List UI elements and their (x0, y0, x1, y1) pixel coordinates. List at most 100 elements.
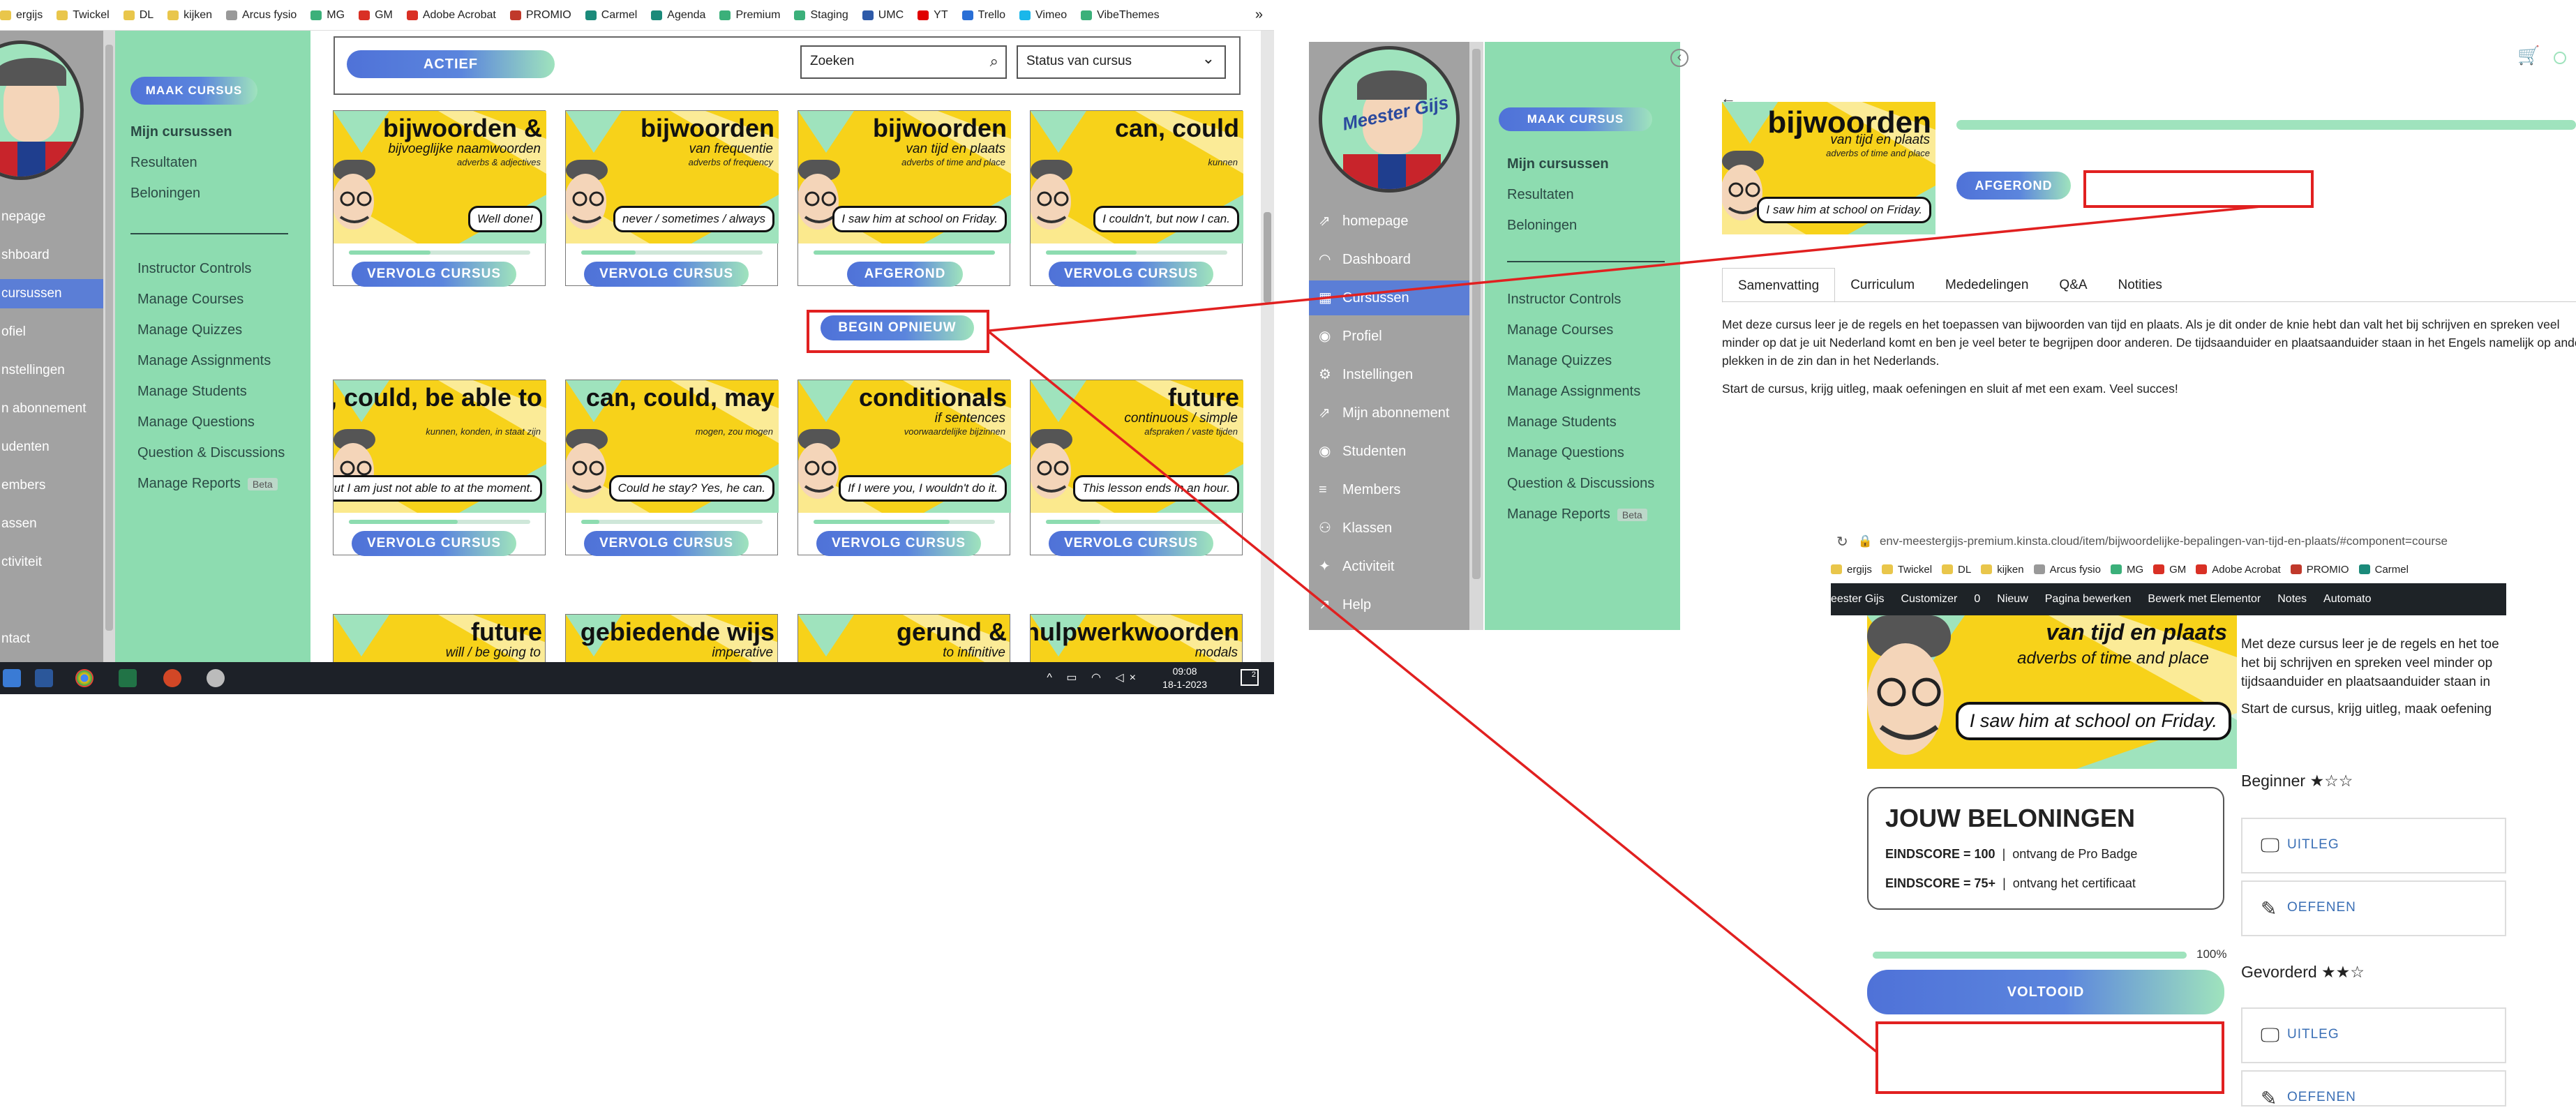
course-card[interactable]: bijwoorden van tijd en plaats adverbs of t… (797, 110, 1011, 287)
tab-samenvatting[interactable]: Samenvatting (1722, 268, 1836, 303)
admin-link[interactable]: Manage Quizzes (137, 322, 242, 338)
bookmark-item[interactable]: MG (310, 9, 345, 22)
tab-notities[interactable]: Notities (2103, 268, 2178, 303)
tab-curriculum[interactable]: Curriculum (1835, 268, 1930, 303)
course-card[interactable]: future will / be going to (333, 614, 546, 662)
course-card[interactable]: can, could kunnen I couldn't, but now I ca… (1030, 110, 1243, 287)
bookmark-item[interactable]: Staging (794, 9, 848, 22)
bookmark-item[interactable]: Premium (719, 9, 780, 22)
bookmark-item[interactable]: Trello (961, 9, 1005, 22)
nav-item-instellingen[interactable]: ⚙ Instellingen (1309, 357, 1469, 392)
notification-icon[interactable]: 2 (1241, 669, 1259, 686)
admin-bar-item[interactable]: 0 (1974, 593, 1980, 606)
status-active-button[interactable]: ACTIEF (347, 50, 555, 78)
continue-course-button[interactable]: VERVOLG CURSUS (352, 262, 516, 287)
admin-link[interactable]: Manage Courses (137, 292, 244, 308)
course-card[interactable]: bijwoorden & bijvoeglijke naamwoorden adve… (333, 110, 546, 287)
continue-course-button[interactable]: VERVOLG CURSUS (584, 262, 749, 287)
admin-bar-item[interactable]: Customizer (1901, 593, 1957, 606)
bookmark-item[interactable]: ergijs (0, 9, 43, 22)
lesson-exercise-2[interactable]: ✎ OEFENEN (2241, 1070, 2506, 1109)
admin-bar-item[interactable]: Bewerk met Elementor (2148, 593, 2261, 606)
bookmark-item[interactable]: PROMIO (509, 9, 571, 22)
side-link[interactable]: Beloningen (1507, 218, 1577, 234)
admin-bar-item[interactable]: Nieuw (1997, 593, 2028, 606)
admin-link[interactable]: Manage Questions (137, 414, 255, 430)
admin-link[interactable]: Manage Reports Beta (137, 476, 278, 492)
continue-course-button[interactable]: VERVOLG CURSUS (816, 531, 981, 556)
admin-link[interactable]: Manage Students (1507, 414, 1617, 430)
continue-course-button[interactable]: VERVOLG CURSUS (352, 531, 516, 556)
chrome-icon[interactable] (75, 669, 93, 687)
bookmark-item[interactable]: Vimeo (1019, 9, 1067, 22)
admin-bar-item[interactable]: Pagina bewerken (2045, 593, 2132, 606)
admin-link[interactable]: Manage Courses (1507, 322, 1613, 338)
nav-item[interactable]: ntact (0, 624, 103, 654)
nav-item-mijn-abonnement[interactable]: ⇗ Mijn abonnement (1309, 396, 1469, 430)
left-nav-scrollbar[interactable] (103, 31, 115, 662)
reload-icon[interactable]: ↻ (1836, 533, 1848, 550)
continue-course-button[interactable]: VERVOLG CURSUS (584, 531, 749, 556)
nav-item[interactable]: nstellingen (0, 356, 103, 385)
course-card[interactable]: gebiedende wijs imperative (565, 614, 778, 662)
course-card[interactable]: future continuous / simple afspraken / vas… (1030, 380, 1243, 556)
bookmark-item[interactable]: GM (2153, 564, 2186, 576)
bookmark-item[interactable]: Arcus fysio (2033, 564, 2101, 576)
side-link[interactable]: Mijn cursussen (1507, 156, 1609, 172)
lesson-exercise-1[interactable]: ✎ OEFENEN (2241, 880, 2506, 936)
nav-item[interactable]: n abonnement (0, 394, 103, 423)
bookmark-item[interactable]: kijken (167, 9, 212, 22)
continue-course-button[interactable]: VERVOLG CURSUS (1049, 531, 1213, 556)
admin-link[interactable]: Manage Assignments (1507, 384, 1640, 400)
excel-icon[interactable] (119, 669, 137, 687)
bookmark-item[interactable]: Twickel (57, 9, 110, 22)
bookmark-item[interactable]: DL (123, 9, 153, 22)
bookmark-item[interactable]: GM (359, 9, 393, 22)
nav-item[interactable]: shboard (0, 241, 103, 270)
course-card[interactable]: conditionals if sentences voorwaardelijke … (797, 380, 1011, 556)
side-link[interactable]: Resultaten (1507, 187, 1574, 203)
word-icon[interactable] (35, 669, 53, 687)
bookmark-item[interactable]: PROMIO (2290, 564, 2349, 576)
admin-link[interactable]: Manage Questions (1507, 445, 1624, 461)
bookmark-item[interactable]: DL (1942, 564, 1971, 576)
bookmark-item[interactable]: UMC (862, 9, 904, 22)
nav-item-profiel[interactable]: ◉ Profiel (1309, 319, 1469, 354)
admin-link[interactable]: Instructor Controls (137, 261, 251, 277)
nav-item-klassen[interactable]: ⚇ Klassen (1309, 511, 1469, 546)
create-course-button[interactable]: MAAK CURSUS (130, 77, 257, 105)
app-icon[interactable] (207, 669, 225, 687)
lesson-explanation-2[interactable]: 🖵 UITLEG (2241, 1007, 2506, 1063)
search-icon[interactable]: ⌕ (990, 52, 998, 70)
admin-bar-item[interactable]: Automato (2323, 593, 2371, 606)
admin-link[interactable]: Manage Students (137, 384, 247, 400)
help-circle-icon[interactable] (2554, 52, 2566, 64)
nav-item[interactable]: assen (0, 509, 103, 539)
nav-item[interactable] (0, 586, 103, 615)
bookmark-item[interactable]: VibeThemes (1081, 9, 1160, 22)
completed-button[interactable]: VOLTOOID (1867, 970, 2224, 1014)
create-course-button[interactable]: MAAK CURSUS (1499, 107, 1652, 131)
admin-link[interactable]: Question & Discussions (137, 445, 285, 461)
completed-badge[interactable]: AFGEROND (847, 262, 963, 287)
bookmark-item[interactable]: Carmel (2358, 564, 2409, 576)
lesson-explanation-1[interactable]: 🖵 UITLEG (2241, 818, 2506, 873)
bookmark-item[interactable]: Twickel (1881, 564, 1932, 576)
admin-link[interactable]: Manage Quizzes (1507, 353, 1612, 369)
course-card[interactable]: gerund & to infinitive (797, 614, 1010, 662)
admin-bar-item[interactable]: Notes (2277, 593, 2307, 606)
nav-item-activiteit[interactable]: ✦ Activiteit (1309, 549, 1469, 584)
bookmark-item[interactable]: Carmel (585, 9, 637, 22)
clock[interactable]: 09:08 18-1-2023 (1162, 665, 1207, 691)
bookmark-item[interactable]: MG (2110, 564, 2143, 576)
nav-item-cursussen[interactable]: ▦ Cursussen (1309, 280, 1469, 315)
cart-icon[interactable]: 🛒 (2517, 45, 2540, 66)
meester-gijs-logo[interactable]: Meester Gijs (1319, 46, 1460, 193)
nav-item-homepage[interactable]: ⇗ homepage (1309, 204, 1469, 239)
bookmark-item[interactable]: YT (918, 9, 948, 22)
bookmark-item[interactable]: Agenda (651, 9, 705, 22)
nav-item-help[interactable]: ↗ Help (1309, 587, 1469, 622)
course-card[interactable]: bijwoorden van frequentie adverbs of frequ… (565, 110, 779, 287)
bookmark-item[interactable]: ergijs (1831, 564, 1872, 576)
bookmark-item[interactable]: Adobe Acrobat (406, 9, 496, 22)
